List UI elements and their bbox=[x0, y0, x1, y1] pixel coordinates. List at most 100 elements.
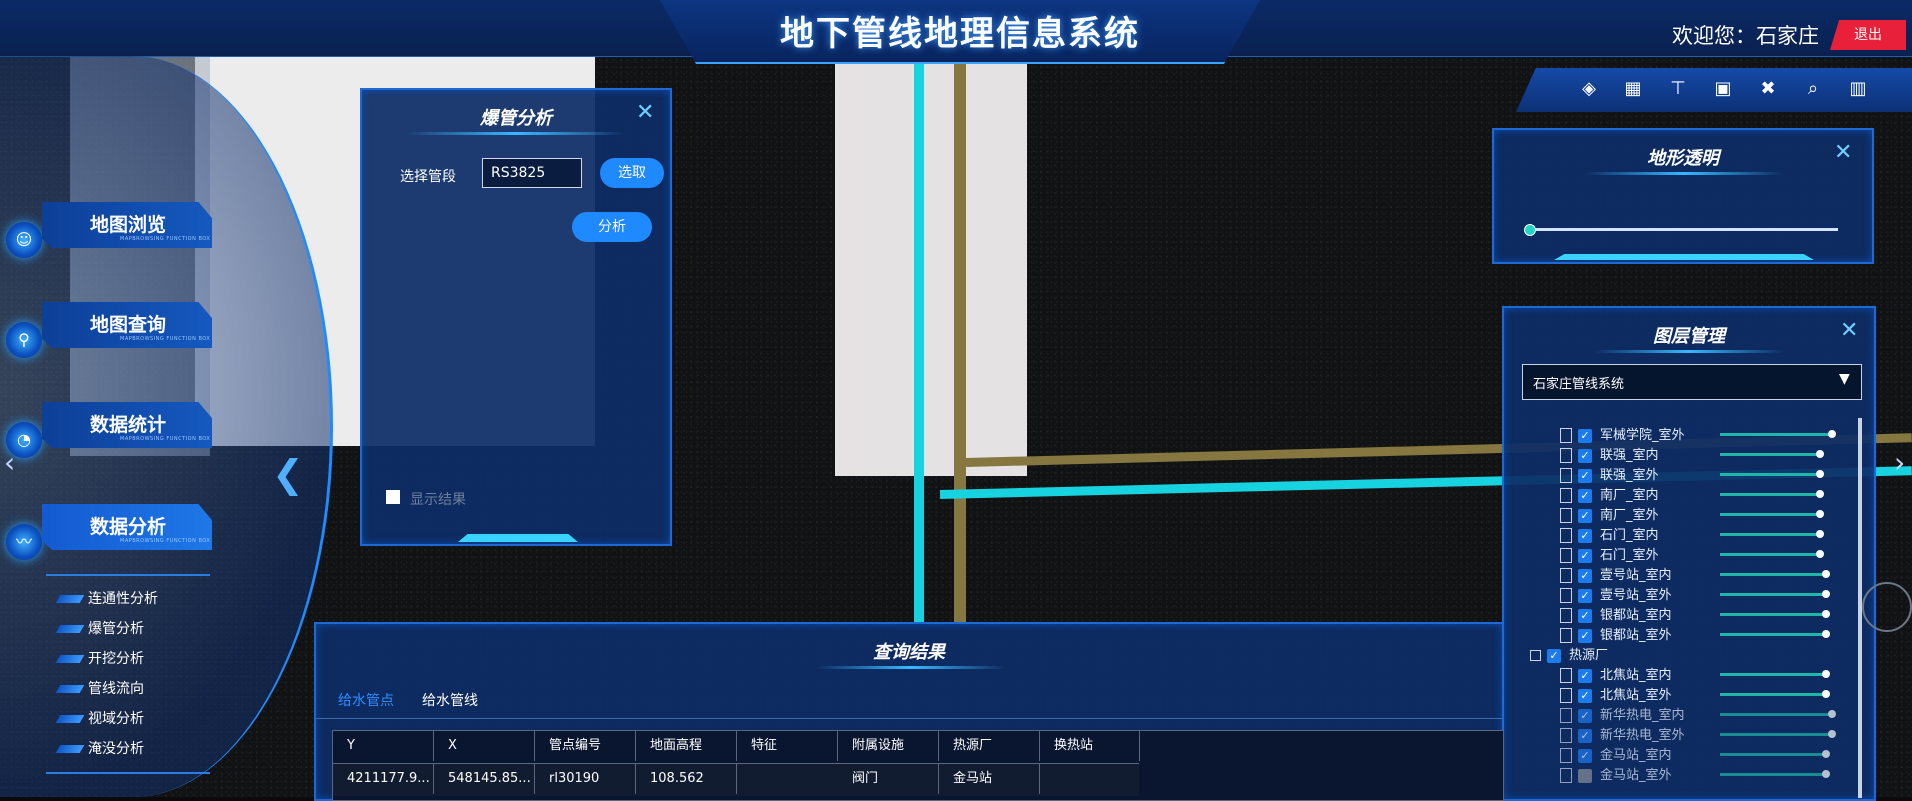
slider-knob[interactable] bbox=[1816, 550, 1824, 558]
layer-checkbox[interactable]: ✓ bbox=[1578, 568, 1592, 583]
transparency-slider[interactable] bbox=[1528, 228, 1838, 231]
slider-knob[interactable] bbox=[1816, 510, 1824, 518]
slider-knob[interactable] bbox=[1524, 224, 1536, 236]
layer-checkbox[interactable]: ✓ bbox=[1578, 428, 1592, 443]
layer-checkbox[interactable]: ✓ bbox=[1578, 588, 1592, 603]
close-icon[interactable]: ✕ bbox=[636, 100, 654, 125]
layer-checkbox[interactable]: ✓ bbox=[1578, 628, 1592, 643]
layer-row[interactable]: ✓ 银都站_室外 bbox=[1560, 624, 1890, 644]
layer-opacity-slider[interactable] bbox=[1720, 513, 1820, 516]
layer-opacity-slider[interactable] bbox=[1720, 553, 1820, 556]
layer-row[interactable]: ✓ 壹号站_室内 bbox=[1560, 564, 1890, 584]
layer-opacity-slider[interactable] bbox=[1720, 593, 1826, 596]
layer-checkbox[interactable]: ✓ bbox=[1578, 668, 1592, 683]
layer-checkbox[interactable]: ✓ bbox=[1547, 648, 1561, 663]
segment-input[interactable]: RS3825 bbox=[482, 158, 582, 188]
sub-connectivity[interactable]: 连通性分析 bbox=[55, 588, 218, 612]
layer-opacity-slider[interactable] bbox=[1720, 533, 1820, 536]
sub-viewshed[interactable]: 视域分析 bbox=[55, 708, 218, 732]
slider-knob[interactable] bbox=[1816, 530, 1824, 538]
layer-checkbox[interactable]: ✓ bbox=[1578, 608, 1592, 623]
sub-flood[interactable]: 淹没分析 bbox=[55, 738, 218, 762]
layer-checkbox[interactable]: ✓ bbox=[1578, 508, 1592, 523]
layer-row[interactable]: ✓ 壹号站_室外 bbox=[1560, 584, 1890, 604]
layer-row[interactable]: ✓ 金马站_室内 bbox=[1560, 744, 1890, 764]
layer-row[interactable]: ✓ 银都站_室内 bbox=[1560, 604, 1890, 624]
layer-checkbox[interactable]: ✓ bbox=[1578, 688, 1592, 703]
layer-row[interactable]: 金马站_室外 bbox=[1560, 764, 1890, 784]
layer-opacity-slider[interactable] bbox=[1720, 453, 1820, 456]
layer-row[interactable]: ✓ 新华热电_室内 bbox=[1560, 704, 1890, 724]
layer-row[interactable]: ✓ 联强_室外 bbox=[1560, 464, 1890, 484]
close-icon[interactable]: ✕ bbox=[1840, 318, 1858, 343]
layer-row[interactable]: ✓ 新华热电_室外 bbox=[1560, 724, 1890, 744]
split-view-icon[interactable]: ▥ bbox=[1843, 74, 1873, 104]
layer-opacity-slider[interactable] bbox=[1720, 633, 1826, 636]
analyze-button[interactable]: 分析 bbox=[572, 212, 652, 242]
layer-checkbox[interactable]: ✓ bbox=[1578, 468, 1592, 483]
slider-knob[interactable] bbox=[1828, 430, 1836, 438]
layer-row[interactable]: ✓ 北焦站_室外 bbox=[1560, 684, 1890, 704]
slider-knob[interactable] bbox=[1828, 710, 1836, 718]
layer-opacity-slider[interactable] bbox=[1720, 433, 1832, 436]
layer-row[interactable]: ✓ 联强_室内 bbox=[1560, 444, 1890, 464]
pick-button[interactable]: 选取 bbox=[600, 158, 664, 188]
layer-checkbox[interactable]: ✓ bbox=[1578, 748, 1592, 763]
slider-knob[interactable] bbox=[1828, 730, 1836, 738]
nav-map-query[interactable]: 地图查询 MAPBROWSING FUNCTION BOX bbox=[42, 302, 212, 348]
layer-opacity-slider[interactable] bbox=[1720, 573, 1826, 576]
layer-opacity-slider[interactable] bbox=[1720, 693, 1826, 696]
layer-checkbox[interactable]: ✓ bbox=[1578, 548, 1592, 563]
layer-system-dropdown[interactable]: 石家庄管线系统 ▼ bbox=[1522, 364, 1862, 400]
layer-checkbox[interactable]: ✓ bbox=[1578, 728, 1592, 743]
layer-checkbox[interactable]: ✓ bbox=[1578, 708, 1592, 723]
tools-icon[interactable]: ✖ bbox=[1753, 74, 1783, 104]
slider-knob[interactable] bbox=[1822, 770, 1830, 778]
layer-opacity-slider[interactable] bbox=[1720, 773, 1826, 776]
slider-knob[interactable] bbox=[1822, 670, 1830, 678]
layer-checkbox[interactable]: ✓ bbox=[1578, 488, 1592, 503]
logout-button[interactable]: 退出 bbox=[1830, 20, 1906, 50]
slider-knob[interactable] bbox=[1822, 630, 1830, 638]
compass-icon[interactable] bbox=[1862, 582, 1912, 632]
layer-row[interactable]: ✓ 军械学院_室外 bbox=[1560, 424, 1890, 444]
layer-row[interactable]: ✓ 南厂_室内 bbox=[1560, 484, 1890, 504]
layers-icon[interactable]: ◈ bbox=[1574, 74, 1604, 104]
image-icon[interactable]: ▣ bbox=[1708, 74, 1738, 104]
layer-opacity-slider[interactable] bbox=[1720, 673, 1826, 676]
tree-group-row[interactable]: ✓ 热源厂 bbox=[1530, 644, 1860, 664]
layer-opacity-slider[interactable] bbox=[1720, 733, 1832, 736]
qr-grid-icon[interactable]: ▦ bbox=[1618, 74, 1648, 104]
layer-checkbox[interactable]: ✓ bbox=[1578, 528, 1592, 543]
nav-data-analysis[interactable]: 数据分析 MAPBROWSING FUNCTION BOX bbox=[42, 504, 212, 550]
layer-row[interactable]: ✓ 石门_室外 bbox=[1560, 544, 1890, 564]
slider-knob[interactable] bbox=[1822, 570, 1830, 578]
layer-checkbox[interactable]: ✓ bbox=[1578, 448, 1592, 463]
close-icon[interactable]: ✕ bbox=[1834, 140, 1852, 165]
layer-row[interactable]: ✓ 北焦站_室内 bbox=[1560, 664, 1890, 684]
measure-icon[interactable]: ⊤ bbox=[1663, 74, 1693, 104]
layer-row[interactable]: ✓ 石门_室内 bbox=[1560, 524, 1890, 544]
table-row[interactable]: 4211177.9... 548145.85... rl30190 108.56… bbox=[333, 763, 1139, 796]
slider-knob[interactable] bbox=[1822, 750, 1830, 758]
layer-row[interactable]: ✓ 南厂_室外 bbox=[1560, 504, 1890, 524]
slider-knob[interactable] bbox=[1822, 610, 1830, 618]
layer-opacity-slider[interactable] bbox=[1720, 753, 1826, 756]
slider-knob[interactable] bbox=[1816, 470, 1824, 478]
layer-checkbox[interactable] bbox=[1578, 768, 1592, 783]
collapse-nav-icon[interactable]: ❮ bbox=[272, 452, 304, 496]
layer-opacity-slider[interactable] bbox=[1720, 493, 1820, 496]
slider-knob[interactable] bbox=[1816, 490, 1824, 498]
nav-map-browse[interactable]: 地图浏览 MAPBROWSING FUNCTION BOX bbox=[42, 202, 212, 248]
chevron-right-icon[interactable]: › bbox=[1894, 446, 1905, 479]
layer-opacity-slider[interactable] bbox=[1720, 713, 1832, 716]
slider-knob[interactable] bbox=[1822, 590, 1830, 598]
sub-excavation[interactable]: 开挖分析 bbox=[55, 648, 218, 672]
expand-icon[interactable] bbox=[1530, 650, 1541, 661]
tab-water-lines[interactable]: 给水管线 bbox=[422, 690, 478, 710]
search-icon[interactable]: ⌕ bbox=[1798, 74, 1828, 104]
nav-data-stats[interactable]: 数据统计 MAPBROWSING FUNCTION BOX bbox=[42, 402, 212, 448]
slider-knob[interactable] bbox=[1816, 450, 1824, 458]
show-result-checkbox[interactable] bbox=[386, 490, 400, 504]
sub-flow[interactable]: 管线流向 bbox=[55, 678, 218, 702]
